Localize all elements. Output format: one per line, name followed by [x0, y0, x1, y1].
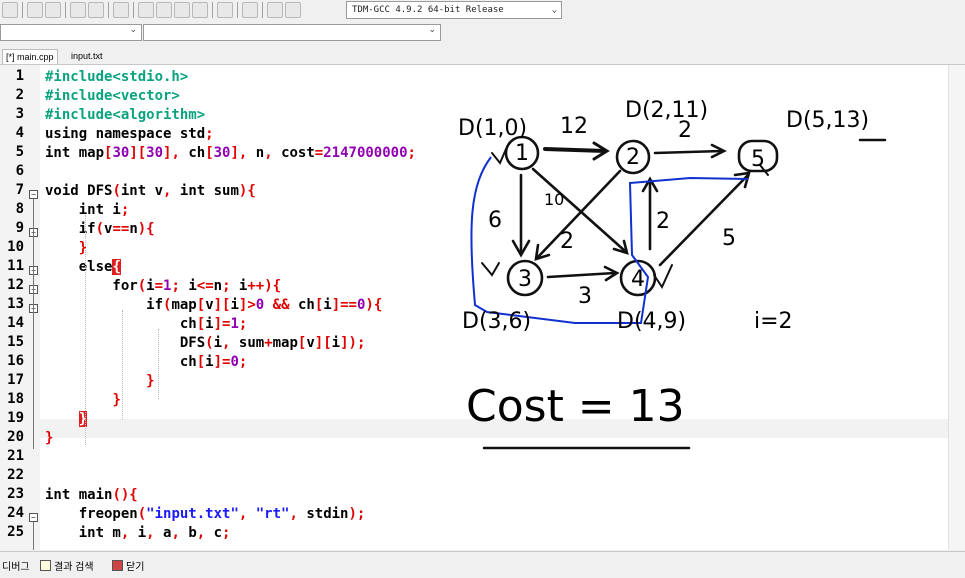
node-label: 5 — [751, 147, 765, 172]
edge-weight-label: 2 — [560, 229, 574, 254]
class-select[interactable]: ⌄ — [0, 24, 142, 41]
tab-close[interactable]: 닫기 — [112, 558, 144, 573]
tab-debug-label: 디버그 — [2, 562, 30, 573]
edge-weight-label: 6 — [488, 208, 502, 233]
grid-icon[interactable] — [138, 2, 154, 18]
graph-edge — [543, 147, 607, 153]
node-label: 3 — [518, 267, 532, 292]
search-icon — [40, 560, 51, 571]
toolbar-separator — [22, 2, 23, 18]
edge-weight-label: 2 — [656, 209, 670, 234]
class-icon[interactable] — [174, 2, 190, 18]
node-label: 4 — [631, 267, 645, 292]
toolbar-separator — [262, 2, 263, 18]
graph-edge — [653, 149, 724, 155]
tab-find-results-label: 결과 검색 — [54, 562, 94, 573]
vertical-scrollbar[interactable] — [948, 65, 965, 550]
toolbar-separator — [237, 2, 238, 18]
graph-edge — [658, 173, 750, 267]
profile-icon[interactable] — [285, 2, 301, 18]
bottom-panel-tabs: 디버그 결과 검색 닫기 — [0, 551, 965, 578]
iteration-note: i=2 — [754, 309, 793, 334]
tab-main-cpp[interactable]: [*] main.cpp — [2, 49, 58, 64]
chevron-down-icon: ⌄ — [428, 25, 436, 35]
toolbar-separator — [108, 2, 109, 18]
edge-weight-label: 2 — [678, 118, 692, 143]
print-icon[interactable] — [2, 2, 18, 18]
toolbar-separator — [212, 2, 213, 18]
check-mark — [491, 148, 507, 165]
tab-close-label: 닫기 — [126, 562, 145, 573]
distance-label: D(5,13) — [786, 108, 869, 133]
graph-edge — [546, 271, 617, 279]
window-icon[interactable] — [27, 2, 43, 18]
edge-weight-label: 10 — [544, 190, 564, 209]
chart-icon[interactable] — [267, 2, 283, 18]
file-tabs: [*] main.cpp input.txt — [0, 46, 965, 65]
distance-label: D(1,0) — [458, 116, 527, 141]
compiler-select-value: TDM-GCC 4.9.2 64-bit Release — [352, 5, 504, 15]
check-mark — [653, 264, 673, 290]
check-icon[interactable] — [217, 2, 233, 18]
whiteboard-annotation: 1 2 5 3 4 D(1,0) D(2,11) D(5,13) D(3,6) … — [458, 98, 887, 450]
indent-icon[interactable] — [70, 2, 86, 18]
distance-label: D(3,6) — [462, 309, 531, 334]
bookmark-icon[interactable] — [113, 2, 129, 18]
compiler-select[interactable]: TDM-GCC 4.9.2 64-bit Release ⌄ — [346, 1, 562, 19]
main-toolbar: TDM-GCC 4.9.2 64-bit Release ⌄ — [0, 0, 965, 23]
member-select[interactable]: ⌄ — [143, 24, 441, 41]
toolbar-separator — [133, 2, 134, 18]
node-label: 2 — [626, 145, 640, 170]
node-label: 1 — [515, 141, 529, 166]
code-editor[interactable]: 1 #include<stdio.h> 2 #include<vector> 3 #inc… — [0, 65, 965, 550]
tab-input-txt[interactable]: input.txt — [68, 49, 106, 64]
distance-label: D(2,11) — [625, 98, 708, 123]
class-toolbar: ⌄ ⌄ — [0, 22, 965, 44]
close-icon — [112, 560, 123, 571]
toolbar-separator — [65, 2, 66, 18]
cost-note: Cost = 13 — [466, 381, 685, 432]
tab-find-results[interactable]: 결과 검색 — [40, 558, 94, 573]
edge-weight-label: 12 — [560, 114, 588, 139]
unindent-icon[interactable] — [88, 2, 104, 18]
check-mark — [481, 262, 500, 277]
close-icon[interactable] — [242, 2, 258, 18]
chevron-down-icon: ⌄ — [551, 5, 557, 15]
split-icon[interactable] — [45, 2, 61, 18]
toolbar-icons — [2, 2, 301, 20]
distance-label: D(4,9) — [617, 309, 686, 334]
edge-weight-label: 5 — [722, 226, 736, 251]
edge-weight-label: 3 — [578, 284, 592, 309]
chevron-down-icon: ⌄ — [129, 25, 137, 35]
tab-debug[interactable]: 디버그 — [2, 558, 30, 573]
layout-icon[interactable] — [192, 2, 208, 18]
project-icon[interactable] — [156, 2, 172, 18]
